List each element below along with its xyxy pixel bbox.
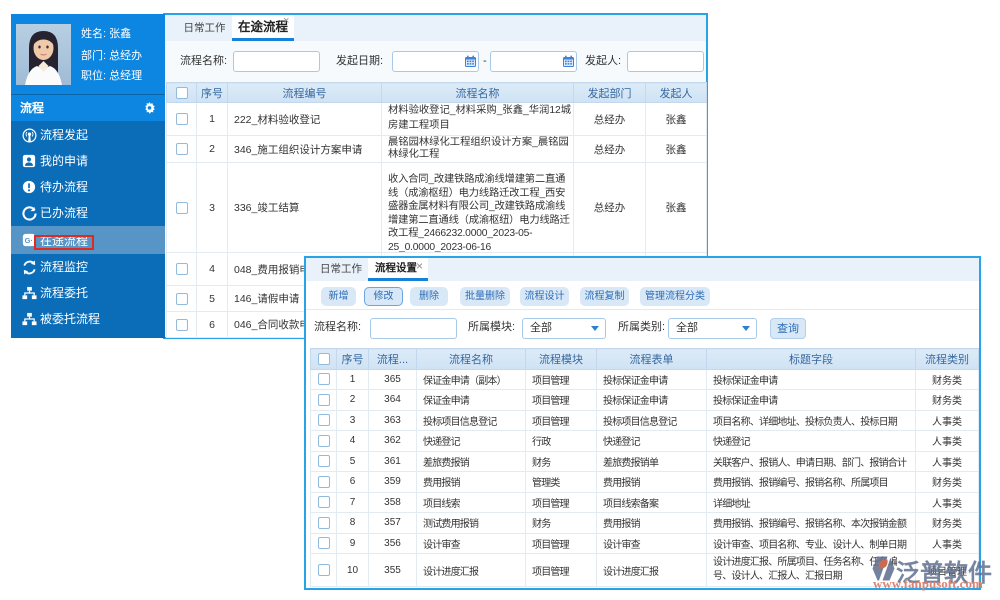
svg-text:G·: G· [25,236,33,245]
